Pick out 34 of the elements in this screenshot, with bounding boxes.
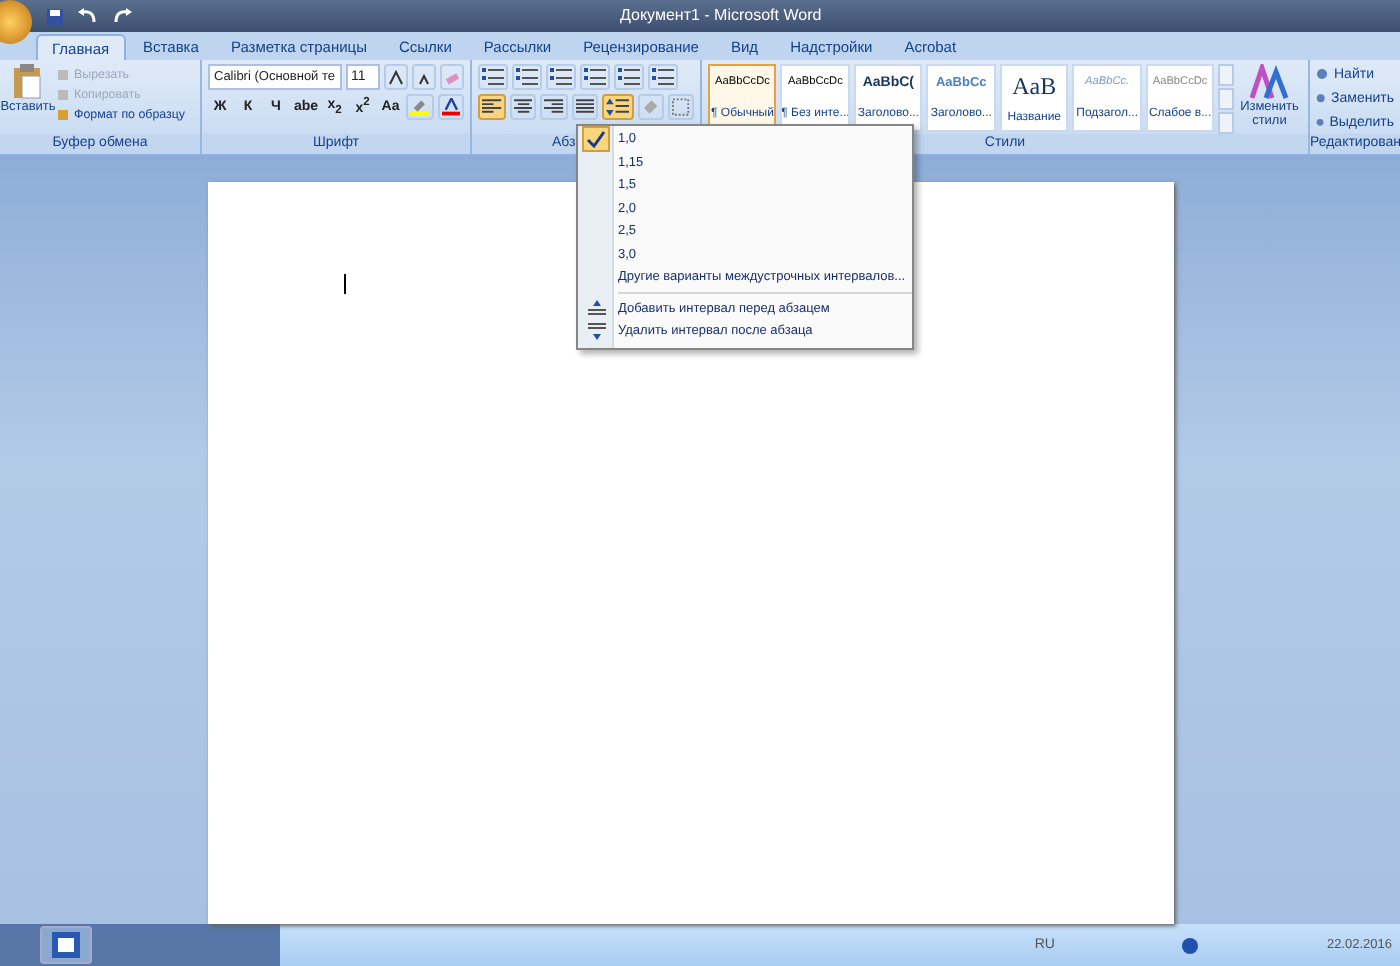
align-left-icon[interactable]: [478, 94, 506, 120]
text-cursor: [343, 274, 345, 294]
letters-icon: [1249, 64, 1290, 100]
save-icon[interactable]: [46, 7, 64, 25]
remove-spacing-icon: [587, 322, 605, 341]
list-icon[interactable]: [478, 64, 508, 90]
list-icon[interactable]: [614, 64, 644, 90]
font-color-button[interactable]: [437, 94, 464, 120]
office-button[interactable]: [0, 0, 32, 44]
square-icon: [56, 67, 70, 81]
align-right-icon[interactable]: [540, 94, 568, 120]
circle-icon: [1316, 91, 1328, 105]
list-icon[interactable]: [580, 64, 610, 90]
square-icon: [56, 87, 70, 101]
circle-icon: [1316, 67, 1330, 81]
help-icon[interactable]: [1182, 937, 1199, 953]
clipboard-icon: [12, 64, 44, 100]
list-icon[interactable]: [546, 64, 576, 90]
list-icon[interactable]: [648, 64, 678, 90]
align-center-icon[interactable]: [509, 94, 537, 120]
redo-icon[interactable]: [112, 7, 132, 25]
window-title: Документ1 - Microsoft Word: [620, 6, 822, 24]
list-icon[interactable]: [512, 64, 542, 90]
line-spacing-button[interactable]: [602, 94, 634, 120]
borders-icon[interactable]: [668, 94, 695, 120]
word-taskbar-icon[interactable]: [40, 926, 92, 964]
checkmark-icon: [582, 126, 610, 153]
undo-icon[interactable]: [78, 7, 98, 25]
add-spacing-icon: [587, 299, 605, 318]
grow-font-button[interactable]: [384, 64, 408, 90]
circle-icon: [1316, 115, 1326, 129]
justify-icon[interactable]: [571, 94, 599, 120]
shrink-font-button[interactable]: [412, 64, 436, 90]
square-icon: [56, 107, 70, 121]
